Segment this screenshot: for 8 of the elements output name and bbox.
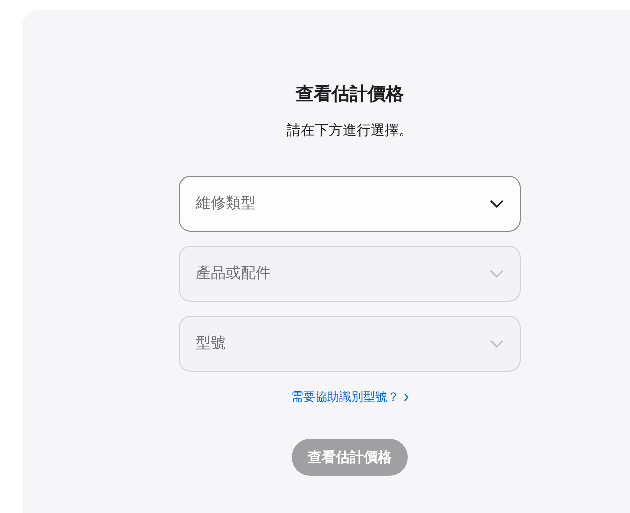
chevron-right-icon xyxy=(404,392,408,402)
page-title: 查看估計價格 xyxy=(296,83,404,106)
chevron-down-icon xyxy=(490,200,504,208)
chevron-down-icon xyxy=(490,270,504,278)
select-field[interactable]: 維修類型 xyxy=(179,176,521,232)
chevron-down-icon xyxy=(490,340,504,348)
help-link[interactable]: 需要協助識別型號？ xyxy=(292,388,408,406)
subtitle: 請在下方進行選擇。 xyxy=(287,121,413,140)
